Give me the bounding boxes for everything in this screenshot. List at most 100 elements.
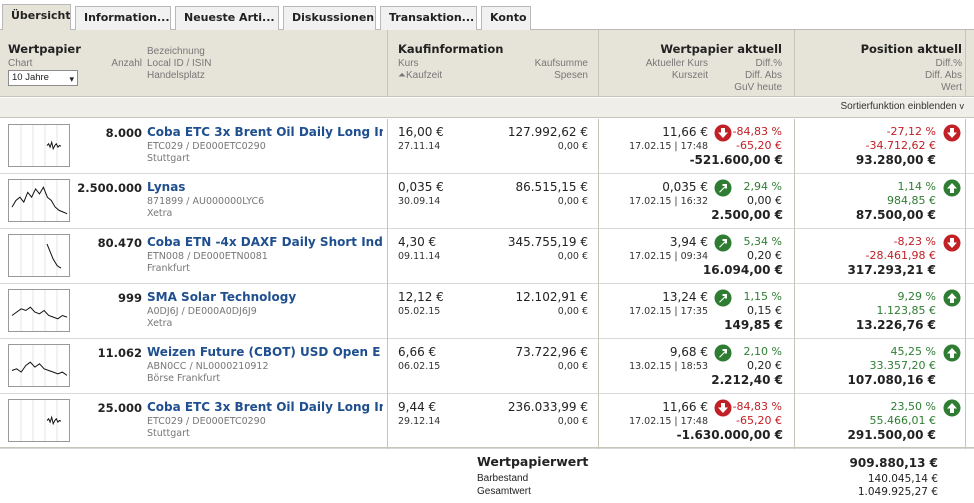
- trading-place: Frankfurt: [147, 263, 191, 274]
- pos-wert: 291.500,00 €: [847, 428, 936, 442]
- tab-information[interactable]: Information...: [75, 6, 171, 30]
- header-divider: [598, 30, 599, 97]
- kauf-kurs: 0,035 €: [398, 180, 444, 194]
- sparkline-chart[interactable]: [8, 344, 70, 387]
- header-kaufzeit-sort[interactable]: ⏶Kaufzeit: [398, 70, 442, 81]
- table-row: 11.062 Weizen Future (CBOT) USD Open E A…: [0, 339, 974, 394]
- tab-konto[interactable]: Konto: [481, 6, 531, 30]
- barbestand-value: 140.045,14 €: [867, 473, 938, 485]
- table-row: 999 SMA Solar Technology A0DJ6J / DE000A…: [0, 284, 974, 339]
- column-divider: [387, 119, 388, 174]
- header-bezeichnung: Bezeichnung: [147, 46, 205, 57]
- pos-diff-pct: 23,50 %: [890, 400, 936, 413]
- akt-diff-pct: -84,83 %: [732, 125, 782, 138]
- pos-diff-abs: 55.466,01 €: [869, 414, 936, 427]
- pos-diff-pct: 1,14 %: [897, 180, 936, 193]
- security-name-link[interactable]: Lynas: [147, 180, 383, 194]
- column-divider: [598, 284, 599, 339]
- sparkline-chart[interactable]: [8, 234, 70, 277]
- header-akt-diff-abs: Diff. Abs: [744, 70, 782, 81]
- sparkline-chart[interactable]: [8, 399, 70, 442]
- header-divider: [965, 30, 966, 97]
- column-divider: [965, 284, 966, 339]
- guv-heute: 2.212,40 €: [711, 373, 783, 387]
- pos-diff-abs: -28.461,98 €: [865, 249, 936, 262]
- spesen: 0,00 €: [557, 141, 588, 152]
- security-name-link[interactable]: Coba ETC 3x Brent Oil Daily Long In: [147, 125, 383, 139]
- kaufzeit: 06.02.15: [398, 361, 441, 372]
- sparkline-chart[interactable]: [8, 179, 70, 222]
- security-id: A0DJ6J / DE000A0DJ6J9: [147, 306, 257, 317]
- trading-place: Xetra: [147, 318, 173, 329]
- sparkline-chart[interactable]: [8, 289, 70, 332]
- tab-neueste-artikel[interactable]: Neueste Arti...: [175, 6, 279, 30]
- column-divider: [794, 339, 795, 394]
- chart-range-select[interactable]: 10 Jahre ▾: [8, 70, 78, 86]
- akt-diff-pct: 2,94 %: [743, 180, 782, 193]
- arrow-down-icon: [943, 234, 961, 252]
- sparkline-svg: [11, 290, 68, 331]
- gesamtwert-value: 1.049.925,27 €: [857, 486, 938, 498]
- column-divider: [794, 394, 795, 449]
- sparkline-svg: [20, 400, 62, 441]
- akt-diff-abs: -65,20 €: [736, 139, 782, 152]
- totals-footer: Wertpapierwert 909.880,13 € Barbestand 1…: [0, 447, 974, 503]
- column-divider: [598, 339, 599, 394]
- pos-diff-pct: -27,12 %: [886, 125, 936, 138]
- column-divider: [387, 229, 388, 284]
- column-divider: [965, 394, 966, 449]
- header-pos-diff-abs: Diff. Abs: [924, 70, 962, 81]
- portfolio-table: Wertpapier Chart Anzahl Bezeichnung Loca…: [0, 30, 974, 503]
- guv-heute: 149,85 €: [724, 318, 783, 332]
- pos-wert: 93.280,00 €: [855, 153, 936, 167]
- anzahl: 2.500.000: [77, 181, 142, 195]
- arrow-down-icon: [943, 124, 961, 142]
- security-id: ABN0CC / NL0000210912: [147, 361, 269, 372]
- security-name-link[interactable]: Coba ETN -4x DAXF Daily Short Ind: [147, 235, 383, 249]
- chevron-down-icon: ▾: [69, 74, 74, 84]
- kaufsumme: 236.033,99 €: [507, 400, 588, 414]
- header-wertpapier: Wertpapier: [8, 42, 81, 56]
- pos-wert: 317.293,21 €: [847, 263, 936, 277]
- kurszeit: 17.02.15 | 17:48: [629, 141, 708, 152]
- arrow-up-icon: [943, 179, 961, 197]
- header-wertpapier-aktuell: Wertpapier aktuell: [660, 42, 782, 56]
- column-divider: [794, 174, 795, 229]
- kurszeit: 17.02.15 | 16:32: [629, 196, 708, 207]
- header-akt-diff-pct: Diff.%: [755, 58, 783, 69]
- anzahl: 8.000: [105, 126, 142, 140]
- tab-transaktionen[interactable]: Transaktion...: [380, 6, 477, 30]
- akt-diff-abs: 0,20 €: [747, 249, 782, 262]
- sparkline-chart[interactable]: [8, 124, 70, 167]
- aktueller-kurs: 9,68 €: [669, 345, 708, 359]
- kauf-kurs: 4,30 €: [398, 235, 437, 249]
- tab-diskussionen[interactable]: Diskussionen: [283, 6, 376, 30]
- akt-diff-pct: -84,83 %: [732, 400, 782, 413]
- kaufsumme: 345.755,19 €: [507, 235, 588, 249]
- spesen: 0,00 €: [557, 361, 588, 372]
- kaufzeit: 09.11.14: [398, 251, 441, 262]
- security-name-link[interactable]: SMA Solar Technology: [147, 290, 383, 304]
- header-anzahl: Anzahl: [111, 58, 142, 69]
- akt-diff-abs: 0,20 €: [747, 359, 782, 372]
- kurszeit: 17.02.15 | 09:34: [629, 251, 708, 262]
- kaufsumme: 12.102,91 €: [515, 290, 588, 304]
- pos-diff-abs: -34.712,62 €: [865, 139, 936, 152]
- kaufsumme: 127.992,62 €: [507, 125, 588, 139]
- pos-diff-pct: -8,23 %: [893, 235, 936, 248]
- security-id: ETC029 / DE000ETC0290: [147, 141, 266, 152]
- kaufsumme: 86.515,15 €: [515, 180, 588, 194]
- security-name-link[interactable]: Weizen Future (CBOT) USD Open E: [147, 345, 383, 359]
- column-divider: [794, 229, 795, 284]
- security-id: ETN008 / DE000ETN0081: [147, 251, 268, 262]
- header-kurs: Kurs: [398, 58, 419, 69]
- column-divider: [387, 394, 388, 449]
- security-name-link[interactable]: Coba ETC 3x Brent Oil Daily Long In: [147, 400, 383, 414]
- sort-toggle-link[interactable]: Sortierfunktion einblenden v: [841, 101, 964, 112]
- header-local-id: Local ID / ISIN: [147, 58, 212, 69]
- aktueller-kurs: 13,24 €: [662, 290, 708, 304]
- sparkline-svg: [11, 345, 68, 386]
- tab-uebersicht[interactable]: Übersicht: [2, 4, 71, 31]
- anzahl: 11.062: [97, 346, 142, 360]
- arrow-up-icon: [943, 399, 961, 417]
